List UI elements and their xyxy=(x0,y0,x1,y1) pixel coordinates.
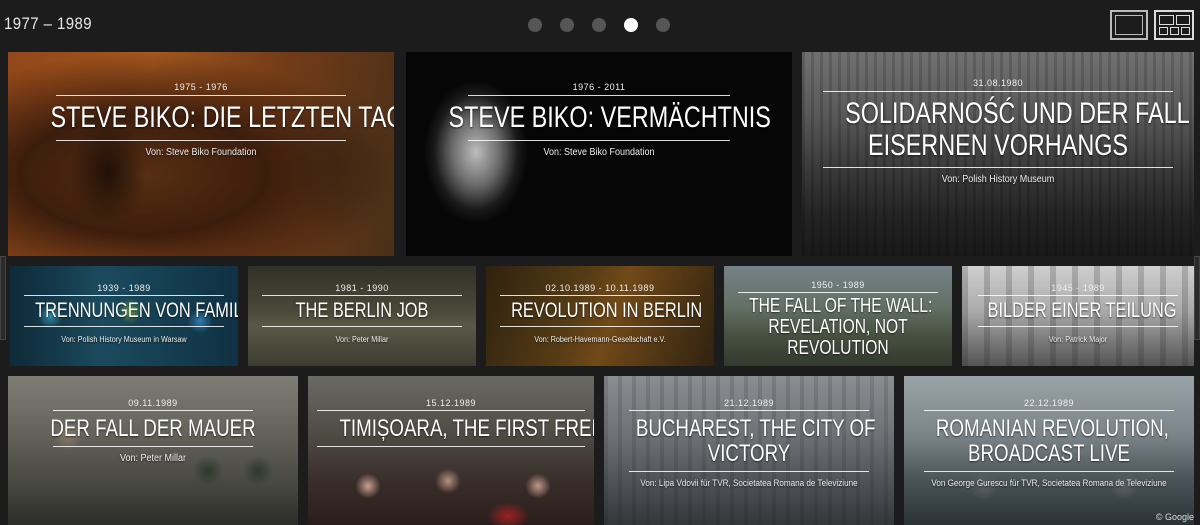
tile-the-berlin-job[interactable]: 1981 - 1990 THE BERLIN JOB Von: Peter Mi… xyxy=(248,266,476,366)
tile-date: 1976 - 2011 xyxy=(572,82,626,92)
tile-bilder-einer-teilung[interactable]: 1945 - 1989 BILDER EINER TEILUNG Von: Pa… xyxy=(962,266,1194,366)
tile-caption: 22.12.1989 ROMANIAN REVOLUTION, BROADCAS… xyxy=(904,398,1194,488)
tile-date: 1939 - 1989 xyxy=(97,283,151,293)
tile-solidarnosc[interactable]: 31.08.1980 SOLIDARNOŚĆ UND DER FALL DES … xyxy=(802,52,1194,256)
tile-title: STEVE BIKO: VERMÄCHTNIS xyxy=(448,101,771,134)
tile-date: 22.12.1989 xyxy=(1023,398,1075,408)
tile-title: DER FALL DER MAUER xyxy=(50,415,256,442)
tile-steve-biko-vermaechtnis[interactable]: 1976 - 2011 STEVE BIKO: VERMÄCHTNIS Von:… xyxy=(406,52,792,256)
tile-der-fall-der-mauer[interactable]: 09.11.1989 DER FALL DER MAUER Von: Peter… xyxy=(8,376,298,525)
tile-title-line-2: VICTORY xyxy=(707,440,791,468)
tile-author: Von: Lipa Vdovii für TVR, Societatea Rom… xyxy=(640,478,858,489)
tile-steve-biko-die-letzten-tage[interactable]: 1975 - 1976 STEVE BIKO: DIE LETZTEN TAGE… xyxy=(8,52,394,256)
tile-date: 31.08.1980 xyxy=(972,78,1024,88)
scroll-right-handle[interactable] xyxy=(1194,256,1200,340)
tile-author: Von: Polish History Museum in Warsaw xyxy=(61,335,187,345)
tile-title: STEVE BIKO: DIE LETZTEN TAGE xyxy=(50,101,394,134)
scroll-left-handle[interactable] xyxy=(0,256,6,340)
tile-author: Von: Robert-Havemann-Gesellschaft e.V. xyxy=(534,335,666,345)
tile-date: 1975 - 1976 xyxy=(174,82,228,92)
tile-caption: 31.08.1980 SOLIDARNOŚĆ UND DER FALL DES … xyxy=(802,78,1194,185)
tile-romanian-revolution[interactable]: 22.12.1989 ROMANIAN REVOLUTION, BROADCAS… xyxy=(904,376,1194,525)
tile-the-fall-of-the-wall[interactable]: 1950 - 1989 THE FALL OF THE WALL: REVELA… xyxy=(724,266,952,366)
tile-author: Von: Polish History Museum xyxy=(941,174,1055,185)
tile-caption: 1945 - 1989 BILDER EINER TEILUNG Von: Pa… xyxy=(962,283,1194,344)
page-dot-1[interactable] xyxy=(528,18,542,32)
tile-title-line-2: BROADCAST LIVE xyxy=(968,440,1130,468)
tile-caption: 1976 - 2011 STEVE BIKO: VERMÄCHTNIS Von:… xyxy=(406,82,792,158)
tile-title: SOLIDARNOŚĆ UND DER FALL DES xyxy=(845,97,1194,130)
tile-bucharest-city-of-victory[interactable]: 21.12.1989 BUCHAREST, THE CITY OF VICTOR… xyxy=(604,376,894,525)
tile-date: 1950 - 1989 xyxy=(811,280,865,290)
tile-title: TRENNUNGEN VON FAMILIEN xyxy=(35,299,238,322)
page-dot-5[interactable] xyxy=(656,18,670,32)
tile-author: Von: Peter Millar xyxy=(119,453,187,465)
tile-caption: 09.11.1989 DER FALL DER MAUER Von: Peter… xyxy=(8,398,298,464)
tile-caption: 1939 - 1989 TRENNUNGEN VON FAMILIEN Von:… xyxy=(10,283,238,344)
page-dot-3[interactable] xyxy=(592,18,606,32)
tile-author: Von: Steve Biko Foundation xyxy=(543,146,655,158)
tile-caption: 02.10.1989 - 10.11.1989 REVOLUTION IN BE… xyxy=(486,283,714,344)
period-label: 1977 – 1989 xyxy=(4,14,93,33)
exhibit-grid: 1975 - 1976 STEVE BIKO: DIE LETZTEN TAGE… xyxy=(0,52,1200,525)
tile-date: 15.12.1989 xyxy=(425,398,477,408)
page-dot-4[interactable] xyxy=(624,18,638,32)
tile-caption: 15.12.1989 TIMIȘOARA, THE FIRST FREE CIT… xyxy=(308,398,594,448)
tile-title: REVOLUTION IN BERLIN xyxy=(511,299,703,322)
tile-author: Von George Gurescu für TVR, Societatea R… xyxy=(931,478,1167,489)
tile-trennungen-von-familien[interactable]: 1939 - 1989 TRENNUNGEN VON FAMILIEN Von:… xyxy=(10,266,238,366)
tile-title: THE BERLIN JOB xyxy=(295,299,429,322)
tile-date: 02.10.1989 - 10.11.1989 xyxy=(545,283,655,293)
tile-title: BILDER EINER TEILUNG xyxy=(987,299,1177,322)
tile-caption: 1950 - 1989 THE FALL OF THE WALL: REVELA… xyxy=(724,280,952,359)
tile-timisoara[interactable]: 15.12.1989 TIMIȘOARA, THE FIRST FREE CIT… xyxy=(308,376,594,525)
tile-author: Von: Peter Millar xyxy=(335,335,389,345)
single-view-icon[interactable] xyxy=(1110,10,1148,40)
top-bar: 1977 – 1989 xyxy=(0,0,1200,50)
tile-title-line-3: REVOLUTION xyxy=(787,337,889,359)
tile-title: THE FALL OF THE WALL: xyxy=(749,295,933,317)
tile-date: 09.11.1989 xyxy=(128,398,178,408)
tile-caption: 1975 - 1976 STEVE BIKO: DIE LETZTEN TAGE… xyxy=(8,82,394,158)
grid-view-icon[interactable] xyxy=(1154,10,1194,40)
page-dot-2[interactable] xyxy=(560,18,574,32)
tile-author: Von: Patrick Major xyxy=(1048,335,1108,345)
tile-title: TIMIȘOARA, THE FIRST FREE CITY xyxy=(339,415,594,442)
tile-revolution-in-berlin[interactable]: 02.10.1989 - 10.11.1989 REVOLUTION IN BE… xyxy=(486,266,714,366)
tile-author: Von: Steve Biko Foundation xyxy=(145,146,257,158)
tile-date: 21.12.1989 xyxy=(723,398,775,408)
copyright-credit: © Google xyxy=(1155,512,1194,522)
tile-title-line-2: REVELATION, NOT xyxy=(768,316,908,338)
tile-date: 1981 - 1990 xyxy=(335,283,389,293)
tile-date: 1945 - 1989 xyxy=(1051,283,1105,293)
tile-caption: 1981 - 1990 THE BERLIN JOB Von: Peter Mi… xyxy=(248,283,476,344)
tile-caption: 21.12.1989 BUCHAREST, THE CITY OF VICTOR… xyxy=(604,398,894,488)
tile-title-line-2: EISERNEN VORHANGS xyxy=(867,128,1129,162)
page-dots xyxy=(528,18,670,32)
tile-title: BUCHAREST, THE CITY OF xyxy=(635,415,876,442)
tile-title: ROMANIAN REVOLUTION, xyxy=(935,415,1169,442)
